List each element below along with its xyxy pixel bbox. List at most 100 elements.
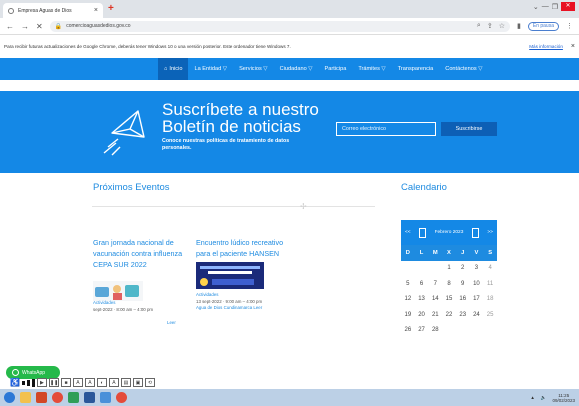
- main-navigation: ⌂ Inicio La Entidad ▽ Servicios ▽ Ciudad…: [0, 58, 579, 80]
- chevron-down-icon[interactable]: ⌄: [533, 3, 539, 11]
- calendar-day[interactable]: 23: [456, 308, 470, 324]
- share-icon[interactable]: ⇪: [487, 22, 493, 30]
- nav-item-tramites[interactable]: Trámites ▽: [352, 58, 391, 80]
- menu-icon[interactable]: ⋮: [566, 22, 573, 30]
- word-icon[interactable]: [84, 392, 95, 403]
- event-more-2[interactable]: Leer: [253, 305, 262, 310]
- reader-icon[interactable]: ▤: [120, 378, 131, 387]
- event-image-2[interactable]: [196, 262, 264, 289]
- calendar-day[interactable]: 16: [456, 292, 470, 308]
- calendar-day: [456, 323, 470, 339]
- subscribe-button[interactable]: Suscribirse: [441, 122, 497, 136]
- photos-icon[interactable]: [100, 392, 111, 403]
- info-more-link[interactable]: Más información: [529, 44, 563, 49]
- font-reset-icon[interactable]: A: [108, 378, 119, 387]
- calendar-dates: 1 2 3 4 5 6 7 8 9 10 11 12 13 14 15 16 17 18 19 20 21 22 23 24 2…: [401, 261, 497, 339]
- contrast-icon[interactable]: ◐: [96, 378, 107, 387]
- event-title-2[interactable]: Encuentro lúdico recreativo para el paci…: [196, 237, 296, 259]
- prev-month-button[interactable]: [419, 227, 427, 238]
- calendar-day[interactable]: 12: [401, 292, 415, 308]
- calendar-day[interactable]: 3: [470, 261, 484, 277]
- calendar-day[interactable]: 17: [470, 292, 484, 308]
- calendar-day[interactable]: 13: [415, 292, 429, 308]
- chrome-window-icon[interactable]: [116, 392, 127, 403]
- browser-tab[interactable]: Empresa Aguas de Dios ×: [3, 3, 103, 18]
- nav-item-inicio[interactable]: ⌂ Inicio: [158, 58, 189, 80]
- close-infobar-icon[interactable]: ×: [571, 43, 575, 50]
- nav-item-transparencia[interactable]: Transparencia: [392, 58, 440, 80]
- calendar-day[interactable]: 10: [470, 277, 484, 293]
- next-month-button[interactable]: [471, 227, 479, 238]
- email-field[interactable]: [336, 122, 436, 136]
- prev-year-button[interactable]: <<: [405, 230, 411, 235]
- network-icon[interactable]: ▲: [530, 395, 534, 400]
- accessibility-icon[interactable]: ♿: [10, 378, 20, 387]
- calendar-day[interactable]: 25: [483, 308, 497, 324]
- calendar-day[interactable]: 2: [456, 261, 470, 277]
- next-year-button[interactable]: >>: [487, 230, 493, 235]
- event-title-1[interactable]: Gran jornada nacional de vacunación cont…: [93, 237, 193, 270]
- reset-icon[interactable]: ⟲: [144, 378, 155, 387]
- calendar-day[interactable]: 6: [415, 277, 429, 293]
- event-category-2[interactable]: Actividades: [196, 292, 218, 297]
- profile-pause-button[interactable]: En pausa: [527, 21, 559, 31]
- calendar-day[interactable]: 18: [483, 292, 497, 308]
- maximize-icon[interactable]: ❐: [552, 3, 558, 11]
- excel-icon[interactable]: [68, 392, 79, 403]
- minimize-icon[interactable]: —: [542, 3, 549, 10]
- event-category-1[interactable]: Actividades: [93, 300, 115, 305]
- event-location-2[interactable]: Agua de Dios Cundinamarca: [196, 305, 252, 310]
- calendar-day[interactable]: 14: [428, 292, 442, 308]
- calendar-day[interactable]: 28: [428, 323, 442, 339]
- forward-icon[interactable]: →: [21, 22, 29, 31]
- volume-bar-icon[interactable]: [31, 378, 35, 387]
- calendar-day[interactable]: 26: [401, 323, 415, 339]
- close-tab-icon[interactable]: ×: [94, 7, 98, 14]
- calendar-day[interactable]: 4: [483, 261, 497, 277]
- calendar-day[interactable]: 22: [442, 308, 456, 324]
- powerpoint-icon[interactable]: [36, 392, 47, 403]
- url-field[interactable]: 🔒 comercioaguasdedios.gov.co ⌕ ⇪ ☆: [49, 20, 510, 32]
- nav-item-participa[interactable]: Participa: [319, 58, 353, 80]
- calendar-day[interactable]: 27: [415, 323, 429, 339]
- newsletter-subtitle[interactable]: Conoce nuestras políticas de tratamiento…: [162, 138, 312, 152]
- window-controls: ⌄ — ❐ ✕: [533, 2, 575, 11]
- start-icon[interactable]: [4, 392, 15, 403]
- sidebar-icon[interactable]: ▮: [517, 22, 521, 30]
- stop-icon[interactable]: ✕: [36, 22, 43, 31]
- calendar-day[interactable]: 1: [442, 261, 456, 277]
- back-icon[interactable]: ←: [6, 22, 14, 31]
- close-window-icon[interactable]: ✕: [561, 2, 575, 11]
- play-icon[interactable]: ▶: [36, 378, 47, 387]
- calendar-day[interactable]: 24: [470, 308, 484, 324]
- nav-item-servicios[interactable]: Servicios ▽: [233, 58, 274, 80]
- event-image-1[interactable]: [93, 281, 143, 301]
- font-size-down-icon[interactable]: A: [84, 378, 95, 387]
- calendar-day[interactable]: 11: [483, 277, 497, 293]
- calendar-day[interactable]: 15: [442, 292, 456, 308]
- calendar-day[interactable]: 7: [428, 277, 442, 293]
- calendar-day[interactable]: 8: [442, 277, 456, 293]
- chrome-icon[interactable]: [52, 392, 63, 403]
- file-explorer-icon[interactable]: [20, 392, 31, 403]
- nav-item-contactenos[interactable]: Contáctenos ▽: [439, 58, 488, 80]
- volume-icon[interactable]: 🔈: [541, 395, 547, 401]
- new-tab-icon[interactable]: +: [108, 3, 114, 14]
- system-tray: ▲ 🔈 11:25 09/02/2023: [530, 393, 575, 403]
- calendar-day[interactable]: 21: [428, 308, 442, 324]
- nav-item-ciudadano[interactable]: Ciudadano ▽: [274, 58, 319, 80]
- font-size-up-icon[interactable]: A: [72, 378, 83, 387]
- weekday: V: [474, 250, 479, 256]
- stop-icon[interactable]: ■: [60, 378, 71, 387]
- calendar-day[interactable]: 20: [415, 308, 429, 324]
- calendar-day[interactable]: 19: [401, 308, 415, 324]
- pause-icon[interactable]: ❚❚: [48, 378, 59, 387]
- calendar-day[interactable]: 9: [456, 277, 470, 293]
- grayscale-icon[interactable]: ▣: [132, 378, 143, 387]
- clock[interactable]: 11:25 09/02/2023: [552, 393, 575, 403]
- event-more-1[interactable]: Leer: [167, 320, 176, 325]
- calendar-day[interactable]: 5: [401, 277, 415, 293]
- bookmark-star-icon[interactable]: ☆: [499, 22, 505, 30]
- nav-item-la-entidad[interactable]: La Entidad ▽: [188, 58, 233, 80]
- search-icon[interactable]: ⌕: [477, 22, 481, 30]
